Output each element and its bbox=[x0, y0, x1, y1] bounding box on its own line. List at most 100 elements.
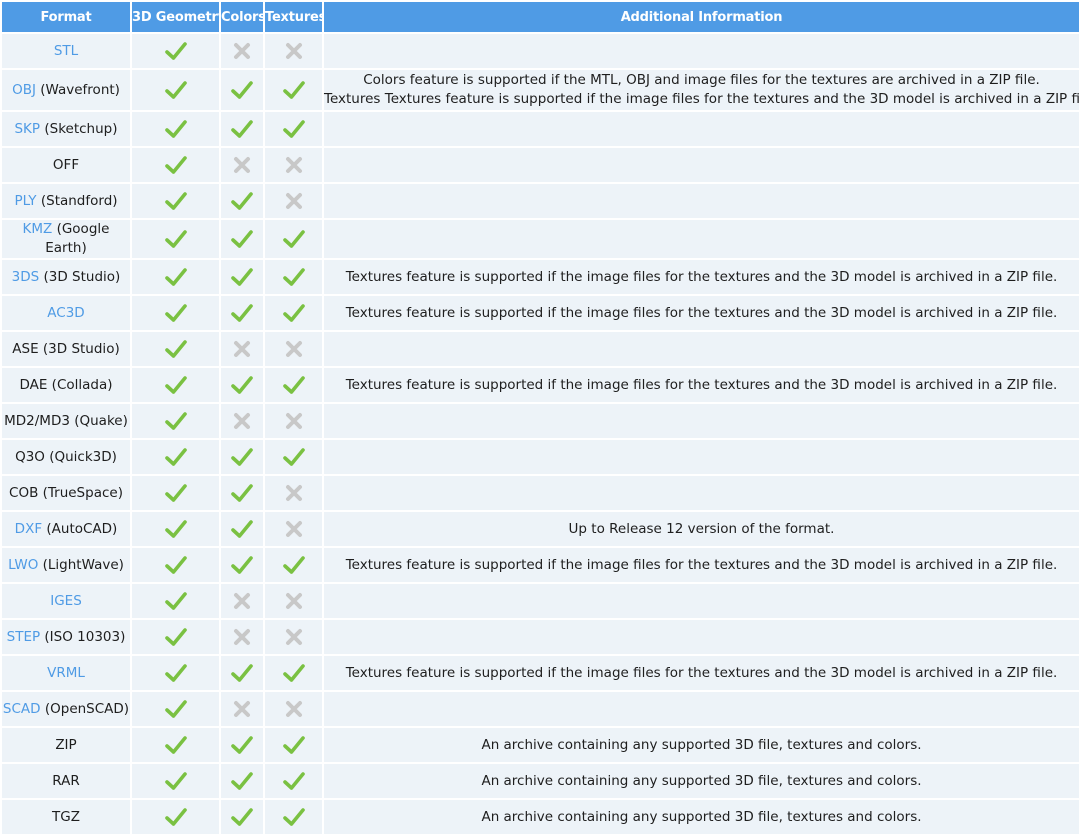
check-icon bbox=[164, 628, 187, 646]
additional-info-cell: Textures feature is supported if the ima… bbox=[324, 368, 1079, 402]
check-icon bbox=[282, 120, 305, 138]
check-icon bbox=[164, 664, 187, 682]
format-link[interactable]: STEP bbox=[7, 629, 41, 645]
geometry-support-cell bbox=[132, 584, 219, 618]
check-icon bbox=[282, 304, 305, 322]
textures-support-cell bbox=[265, 440, 322, 474]
format-label: COB (TrueSpace) bbox=[9, 484, 123, 501]
geometry-support-cell bbox=[132, 512, 219, 546]
table-row: AC3D Textures feature is supported if the… bbox=[2, 296, 1079, 330]
format-link[interactable]: SKP bbox=[14, 121, 40, 137]
cross-icon bbox=[233, 628, 251, 645]
check-icon bbox=[231, 484, 253, 502]
check-icon bbox=[282, 230, 305, 248]
check-icon bbox=[282, 376, 305, 394]
format-link[interactable]: IGES bbox=[50, 593, 82, 609]
check-icon bbox=[164, 592, 187, 610]
geometry-support-cell bbox=[132, 296, 219, 330]
table-row: VRML Textures feature is supported if the… bbox=[2, 656, 1079, 690]
additional-info-cell: Up to Release 12 version of the format. bbox=[324, 512, 1079, 546]
table-row: ASE (3D Studio) bbox=[2, 332, 1079, 366]
format-label: (3D Studio) bbox=[39, 268, 121, 285]
check-icon bbox=[164, 81, 187, 99]
info-text: Textures feature is supported if the ima… bbox=[345, 556, 1058, 573]
textures-support-cell bbox=[265, 260, 322, 294]
check-icon bbox=[164, 448, 187, 466]
format-label: (LightWave) bbox=[38, 556, 124, 573]
geometry-support-cell bbox=[132, 764, 219, 798]
format-link[interactable]: KMZ bbox=[23, 221, 53, 237]
geometry-support-cell bbox=[132, 620, 219, 654]
additional-info-cell: Textures feature is supported if the ima… bbox=[324, 296, 1079, 330]
geometry-support-cell bbox=[132, 548, 219, 582]
check-icon bbox=[231, 376, 253, 394]
geometry-support-cell bbox=[132, 656, 219, 690]
format-cell: TGZ bbox=[2, 800, 130, 834]
cross-icon bbox=[233, 42, 251, 59]
geometry-support-cell bbox=[132, 184, 219, 218]
format-link[interactable]: SCAD bbox=[3, 701, 41, 717]
additional-info-cell bbox=[324, 184, 1079, 218]
colors-support-cell bbox=[221, 440, 263, 474]
cross-icon bbox=[285, 42, 303, 59]
table-row: STEP (ISO 10303) bbox=[2, 620, 1079, 654]
info-text: An archive containing any supported 3D f… bbox=[481, 772, 922, 789]
additional-info-cell bbox=[324, 620, 1079, 654]
textures-support-cell bbox=[265, 296, 322, 330]
additional-info-cell: Colors feature is supported if the MTL, … bbox=[324, 70, 1081, 110]
geometry-support-cell bbox=[132, 34, 219, 68]
format-cell: ASE (3D Studio) bbox=[2, 332, 130, 366]
format-link[interactable]: OBJ bbox=[12, 82, 36, 98]
format-label: TGZ bbox=[52, 808, 80, 825]
colors-support-cell bbox=[221, 800, 263, 834]
check-icon bbox=[231, 808, 253, 826]
table-row: 3DS (3D Studio) Textures feature is suppo… bbox=[2, 260, 1079, 294]
format-cell: OBJ (Wavefront) bbox=[2, 70, 130, 110]
format-link[interactable]: LWO bbox=[8, 557, 38, 573]
additional-info-cell: Textures feature is supported if the ima… bbox=[324, 260, 1079, 294]
check-icon bbox=[231, 556, 253, 574]
format-cell: IGES bbox=[2, 584, 130, 618]
check-icon bbox=[231, 120, 253, 138]
geometry-support-cell bbox=[132, 332, 219, 366]
check-icon bbox=[282, 664, 305, 682]
table-row: SCAD (OpenSCAD) bbox=[2, 692, 1079, 726]
check-icon bbox=[231, 664, 253, 682]
cross-icon bbox=[285, 156, 303, 173]
cross-icon bbox=[285, 340, 303, 357]
textures-support-cell bbox=[265, 404, 322, 438]
check-icon bbox=[164, 412, 187, 430]
cross-icon bbox=[285, 592, 303, 609]
format-link[interactable]: PLY bbox=[14, 193, 36, 209]
info-text: Textures feature is supported if the ima… bbox=[345, 304, 1058, 321]
check-icon bbox=[282, 556, 305, 574]
table-row: OBJ (Wavefront) Colors feature is support… bbox=[2, 70, 1081, 110]
additional-info-cell bbox=[324, 476, 1079, 510]
table-row: OFF bbox=[2, 148, 1079, 182]
format-link[interactable]: STL bbox=[54, 43, 78, 59]
geometry-support-cell bbox=[132, 800, 219, 834]
colors-support-cell bbox=[221, 620, 263, 654]
format-link[interactable]: 3DS bbox=[12, 269, 40, 285]
format-link[interactable]: DXF bbox=[15, 521, 42, 537]
format-cell: COB (TrueSpace) bbox=[2, 476, 130, 510]
check-icon bbox=[164, 192, 187, 210]
format-cell: SCAD (OpenSCAD) bbox=[2, 692, 130, 726]
geometry-support-cell bbox=[132, 476, 219, 510]
format-link[interactable]: AC3D bbox=[47, 305, 84, 321]
format-link[interactable]: VRML bbox=[47, 665, 85, 681]
format-label: OFF bbox=[52, 156, 80, 173]
format-cell: SKP (Sketchup) bbox=[2, 112, 130, 146]
format-label: (Wavefront) bbox=[35, 81, 120, 98]
colors-support-cell bbox=[221, 584, 263, 618]
cross-icon bbox=[285, 628, 303, 645]
header-row: Format 3D Geometry Colors Textures Addit… bbox=[2, 2, 1079, 32]
check-icon bbox=[231, 81, 253, 99]
additional-info-cell: Textures feature is supported if the ima… bbox=[324, 656, 1079, 690]
formats-table: Format 3D Geometry Colors Textures Addit… bbox=[0, 0, 1081, 836]
colors-support-cell bbox=[221, 476, 263, 510]
colors-support-cell bbox=[221, 728, 263, 762]
table-row: STL bbox=[2, 34, 1079, 68]
textures-support-cell bbox=[265, 332, 322, 366]
geometry-support-cell bbox=[132, 440, 219, 474]
